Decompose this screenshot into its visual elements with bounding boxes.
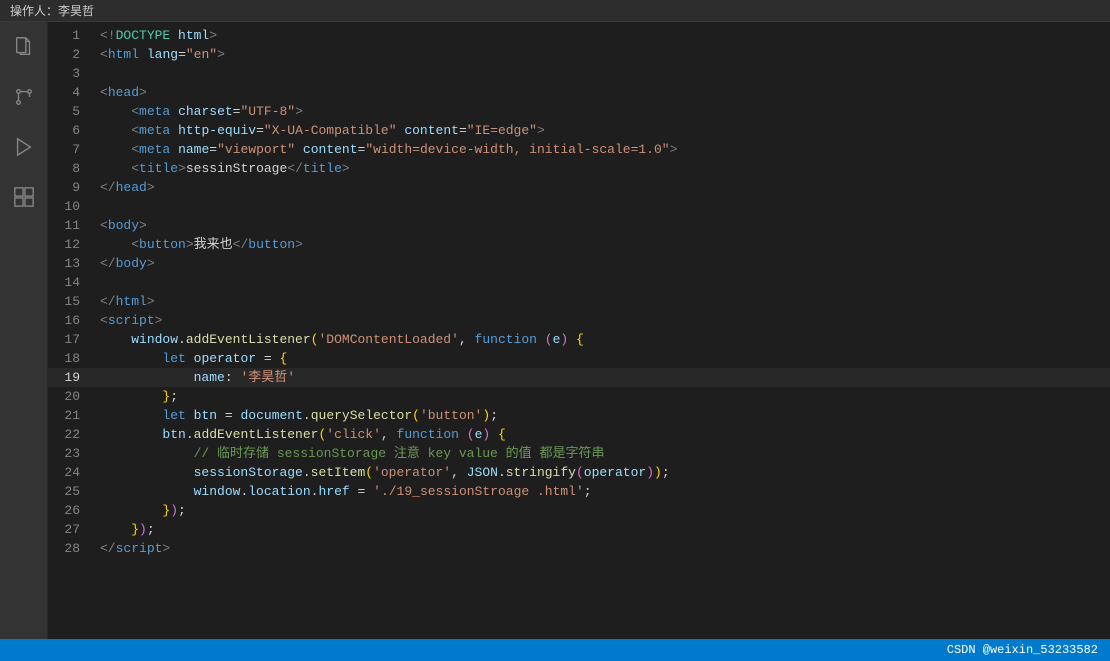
code-text: <meta http-equiv="X-UA-Compatible" conte… <box>96 121 1110 140</box>
code-line: 10 <box>48 197 1110 216</box>
top-bar: 操作人：李昊哲 <box>0 0 1110 22</box>
line-number: 11 <box>48 216 96 235</box>
code-line: 8 <title>sessinStroage</title> <box>48 159 1110 178</box>
code-text: // 临时存储 sessionStorage 注意 key value 的值 都… <box>96 444 1110 463</box>
csdn-label: CSDN @weixin_53233582 <box>947 643 1098 657</box>
code-line: 23 // 临时存储 sessionStorage 注意 key value 的… <box>48 444 1110 463</box>
code-text: <head> <box>96 83 1110 102</box>
code-text: </script> <box>96 539 1110 558</box>
line-number: 10 <box>48 197 96 216</box>
code-line: 13</body> <box>48 254 1110 273</box>
line-number: 13 <box>48 254 96 273</box>
line-number: 1 <box>48 26 96 45</box>
line-number: 27 <box>48 520 96 539</box>
code-line: 18 let operator = { <box>48 349 1110 368</box>
line-number: 19 <box>48 368 96 387</box>
line-number: 3 <box>48 64 96 83</box>
line-number: 5 <box>48 102 96 121</box>
code-text: let operator = { <box>96 349 1110 368</box>
code-text: <button>我来也</button> <box>96 235 1110 254</box>
line-number: 28 <box>48 539 96 558</box>
code-line: 20 }; <box>48 387 1110 406</box>
code-text: </body> <box>96 254 1110 273</box>
code-text: </html> <box>96 292 1110 311</box>
code-line: 11<body> <box>48 216 1110 235</box>
code-line: 5 <meta charset="UTF-8"> <box>48 102 1110 121</box>
line-number: 15 <box>48 292 96 311</box>
line-number: 6 <box>48 121 96 140</box>
code-text: <meta charset="UTF-8"> <box>96 102 1110 121</box>
line-number: 26 <box>48 501 96 520</box>
source-control-icon[interactable] <box>7 80 41 114</box>
code-line: 7 <meta name="viewport" content="width=d… <box>48 140 1110 159</box>
code-text: sessionStorage.setItem('operator', JSON.… <box>96 463 1110 482</box>
line-number: 18 <box>48 349 96 368</box>
code-text: btn.addEventListener('click', function (… <box>96 425 1110 444</box>
code-text: window.addEventListener('DOMContentLoade… <box>96 330 1110 349</box>
code-line: 4<head> <box>48 83 1110 102</box>
code-line: 19 name: '李昊哲' <box>48 368 1110 387</box>
author-label: 操作人：李昊哲 <box>10 2 94 19</box>
main-layout: 1<!DOCTYPE html>2<html lang="en">34<head… <box>0 22 1110 639</box>
code-text: let btn = document.querySelector('button… <box>96 406 1110 425</box>
line-number: 23 <box>48 444 96 463</box>
code-text: <title>sessinStroage</title> <box>96 159 1110 178</box>
line-number: 22 <box>48 425 96 444</box>
extensions-icon[interactable] <box>7 180 41 214</box>
code-container[interactable]: 1<!DOCTYPE html>2<html lang="en">34<head… <box>48 22 1110 639</box>
line-number: 17 <box>48 330 96 349</box>
line-number: 12 <box>48 235 96 254</box>
code-line: 12 <button>我来也</button> <box>48 235 1110 254</box>
line-number: 4 <box>48 83 96 102</box>
line-number: 8 <box>48 159 96 178</box>
code-line: 17 window.addEventListener('DOMContentLo… <box>48 330 1110 349</box>
code-line: 28</script> <box>48 539 1110 558</box>
line-number: 21 <box>48 406 96 425</box>
code-line: 25 window.location.href = './19_sessionS… <box>48 482 1110 501</box>
activity-bar <box>0 22 48 639</box>
code-line: 3 <box>48 64 1110 83</box>
code-line: 6 <meta http-equiv="X-UA-Compatible" con… <box>48 121 1110 140</box>
line-number: 20 <box>48 387 96 406</box>
code-line: 15</html> <box>48 292 1110 311</box>
code-line: 9</head> <box>48 178 1110 197</box>
code-line: 26 }); <box>48 501 1110 520</box>
code-text: <!DOCTYPE html> <box>96 26 1110 45</box>
editor-area: 1<!DOCTYPE html>2<html lang="en">34<head… <box>48 22 1110 639</box>
line-number: 14 <box>48 273 96 292</box>
code-text: window.location.href = './19_sessionStro… <box>96 482 1110 501</box>
line-number: 24 <box>48 463 96 482</box>
code-text: <body> <box>96 216 1110 235</box>
line-number: 2 <box>48 45 96 64</box>
line-number: 9 <box>48 178 96 197</box>
code-line: 27 }); <box>48 520 1110 539</box>
code-text: }); <box>96 520 1110 539</box>
code-line: 2<html lang="en"> <box>48 45 1110 64</box>
code-text: }); <box>96 501 1110 520</box>
code-line: 14 <box>48 273 1110 292</box>
code-line: 1<!DOCTYPE html> <box>48 26 1110 45</box>
line-number: 25 <box>48 482 96 501</box>
code-line: 16<script> <box>48 311 1110 330</box>
code-line: 22 btn.addEventListener('click', functio… <box>48 425 1110 444</box>
code-text: </head> <box>96 178 1110 197</box>
debug-icon[interactable] <box>7 130 41 164</box>
code-line: 21 let btn = document.querySelector('but… <box>48 406 1110 425</box>
code-text: <html lang="en"> <box>96 45 1110 64</box>
code-line: 24 sessionStorage.setItem('operator', JS… <box>48 463 1110 482</box>
bottom-bar: CSDN @weixin_53233582 <box>0 639 1110 661</box>
code-text: <script> <box>96 311 1110 330</box>
line-number: 7 <box>48 140 96 159</box>
code-text: <meta name="viewport" content="width=dev… <box>96 140 1110 159</box>
code-text: name: '李昊哲' <box>96 368 1110 387</box>
files-icon[interactable] <box>7 30 41 64</box>
code-text: }; <box>96 387 1110 406</box>
line-number: 16 <box>48 311 96 330</box>
